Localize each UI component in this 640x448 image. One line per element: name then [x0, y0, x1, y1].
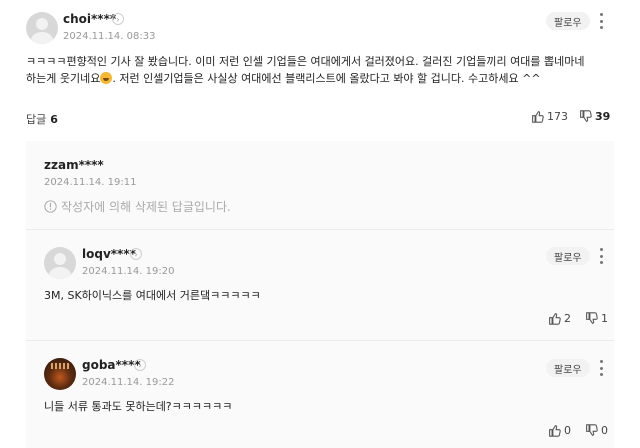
reply-text: 3M, SK하이닉스를 여대에서 거른댘ㅋㅋㅋㅋㅋ: [44, 289, 261, 302]
reply-nickname[interactable]: loqv****: [82, 247, 136, 261]
dislike-count: 0: [601, 424, 608, 437]
like-count: 173: [547, 110, 568, 123]
chevron-right-icon[interactable]: ›: [112, 13, 124, 25]
like-button[interactable]: 0: [548, 424, 571, 437]
like-button[interactable]: 2: [548, 312, 571, 325]
comment-date: 2024.11.14. 08:33: [63, 31, 156, 42]
thumbs-down-icon: [586, 424, 598, 436]
follow-button[interactable]: 팔로우: [546, 12, 590, 30]
thumbs-down-icon: [580, 110, 592, 122]
smile-emoji-icon: [100, 72, 113, 84]
reply-text: 니들 서류 통과도 못하는데?ㅋㅋㅋㅋㅋㅋ: [44, 400, 233, 413]
chevron-right-icon[interactable]: ›: [134, 359, 146, 371]
chevron-right-icon[interactable]: ›: [130, 248, 142, 260]
reply-count: 6: [50, 112, 58, 126]
reply-toggle[interactable]: 답글 6: [26, 111, 58, 127]
more-options-icon[interactable]: [598, 248, 604, 264]
more-options-icon[interactable]: [598, 13, 604, 29]
thumbs-down-icon: [586, 312, 598, 324]
avatar[interactable]: [44, 358, 76, 390]
like-count: 0: [564, 424, 571, 437]
dislike-button[interactable]: 0: [585, 424, 608, 437]
reply-date: 2024.11.14. 19:11: [44, 177, 137, 188]
reply-divider: [26, 229, 614, 230]
more-options-icon[interactable]: [598, 360, 604, 376]
dislike-button[interactable]: 39: [579, 110, 610, 123]
like-count: 2: [564, 312, 571, 325]
reply-divider: [26, 340, 614, 341]
comment-nickname[interactable]: choi****: [63, 12, 116, 26]
info-icon: [44, 200, 57, 213]
reply-nickname[interactable]: zzam****: [44, 158, 104, 172]
dislike-count: 1: [601, 312, 608, 325]
avatar[interactable]: [26, 12, 58, 44]
like-button[interactable]: 173: [531, 110, 568, 123]
deleted-notice: 작성자에 의해 삭제된 답글입니다.: [44, 198, 231, 215]
comment-text-part-2: . 저런 인셀기업들은 사실상 여대에선 블랙리스트에 올랐다고 봐야 할 겁니…: [112, 72, 541, 85]
follow-button[interactable]: 팔로우: [546, 247, 590, 265]
reply-label: 답글: [26, 113, 47, 126]
comment-text: ㅋㅋㅋㅋ편향적인 기사 잘 봤습니다. 이미 저런 인셀 기업들은 여대에게서 …: [26, 53, 594, 87]
deleted-notice-text: 작성자에 의해 삭제된 답글입니다.: [61, 200, 231, 214]
dislike-button[interactable]: 1: [585, 312, 608, 325]
reply-date: 2024.11.14. 19:22: [82, 377, 175, 388]
dislike-count: 39: [595, 110, 611, 123]
reply-nickname[interactable]: goba****: [82, 358, 141, 372]
follow-button[interactable]: 팔로우: [546, 359, 590, 377]
avatar[interactable]: [44, 247, 76, 279]
thumbs-up-icon: [532, 111, 544, 123]
reply-date: 2024.11.14. 19:20: [82, 266, 175, 277]
thumbs-up-icon: [549, 313, 561, 325]
thumbs-up-icon: [549, 425, 561, 437]
